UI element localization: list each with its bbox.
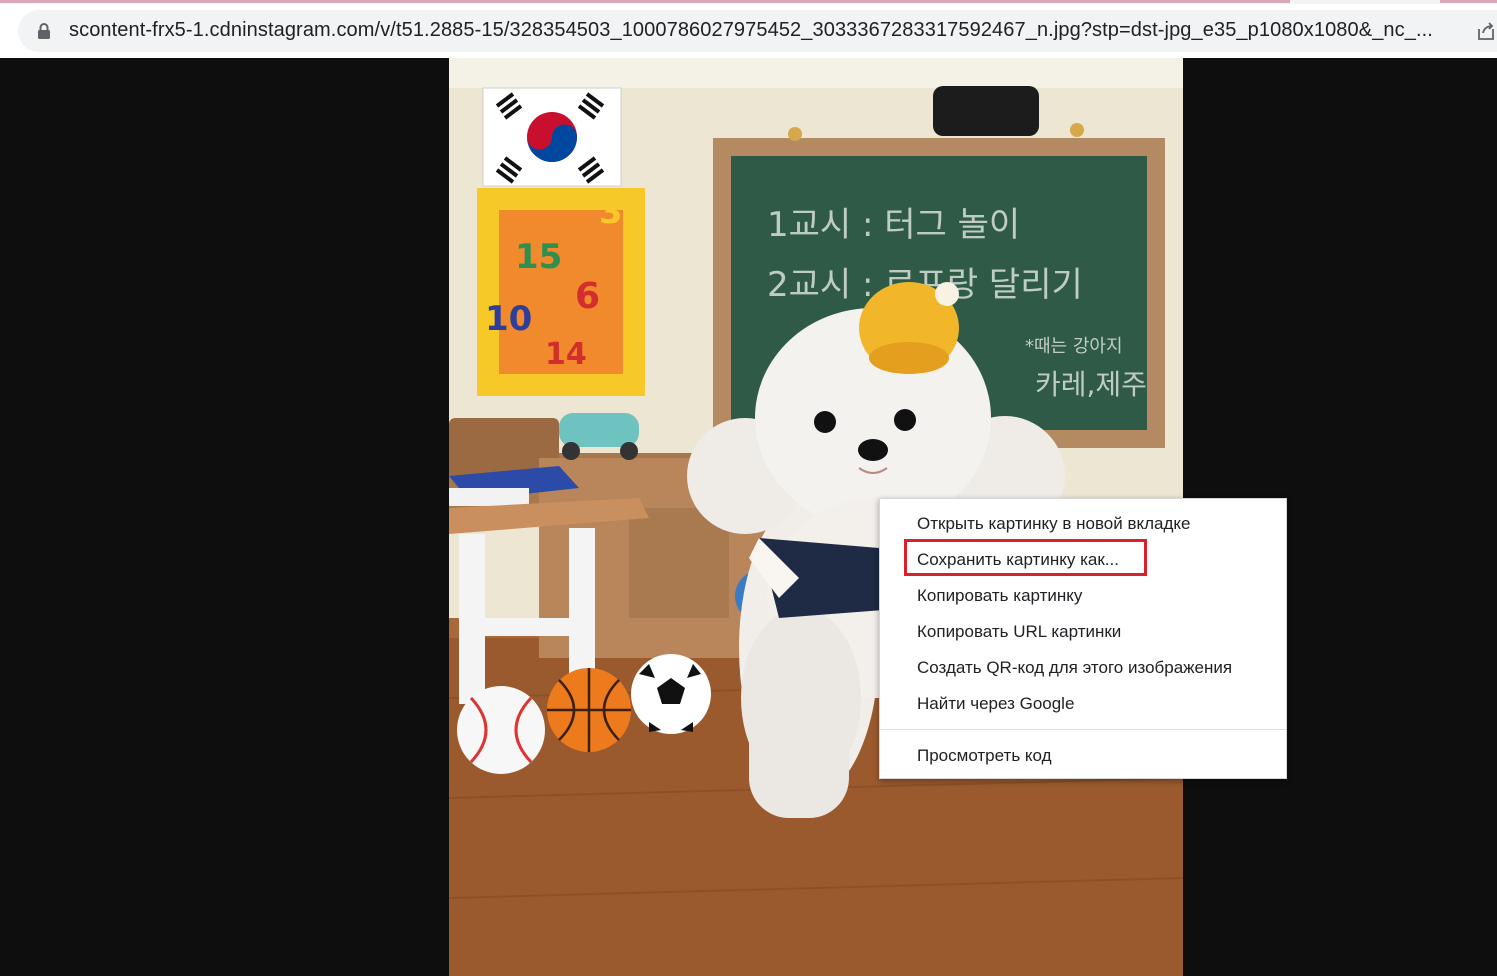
image-context-menu: Открыть картинку в новой вкладке Сохрани… xyxy=(879,498,1287,779)
block-number: 15 xyxy=(515,237,562,277)
url-text[interactable]: scontent-frx5-1.cdninstagram.com/v/t51.2… xyxy=(69,19,1464,42)
menu-item-copy-image-url[interactable]: Копировать URL картинки xyxy=(880,614,1286,650)
block-number: 3 xyxy=(599,192,623,232)
block-number: 10 xyxy=(485,299,532,339)
menu-item-search-google[interactable]: Найти через Google xyxy=(880,686,1286,722)
menu-item-create-qr-code[interactable]: Создать QR-код для этого изображения xyxy=(880,650,1286,686)
address-bar: scontent-frx5-1.cdninstagram.com/v/t51.2… xyxy=(0,4,1497,58)
menu-item-open-image-new-tab[interactable]: Открыть картинку в новой вкладке xyxy=(880,506,1286,542)
block-number: 14 xyxy=(545,337,587,372)
block-number: 6 xyxy=(575,276,600,317)
chalkboard-note: *때는 강아지 xyxy=(1025,336,1123,357)
lock-icon[interactable] xyxy=(37,22,51,40)
menu-separator xyxy=(880,729,1286,730)
chalkboard-line: 1교시 : 터그 놀이 xyxy=(767,205,1020,245)
menu-item-save-image-as[interactable]: Сохранить картинку как... xyxy=(880,542,1286,578)
menu-item-copy-image[interactable]: Копировать картинку xyxy=(880,578,1286,614)
share-icon[interactable] xyxy=(1476,20,1496,42)
chalkboard-note: 카레,제주 xyxy=(1035,368,1147,401)
menu-item-inspect[interactable]: Просмотреть код xyxy=(880,738,1286,774)
